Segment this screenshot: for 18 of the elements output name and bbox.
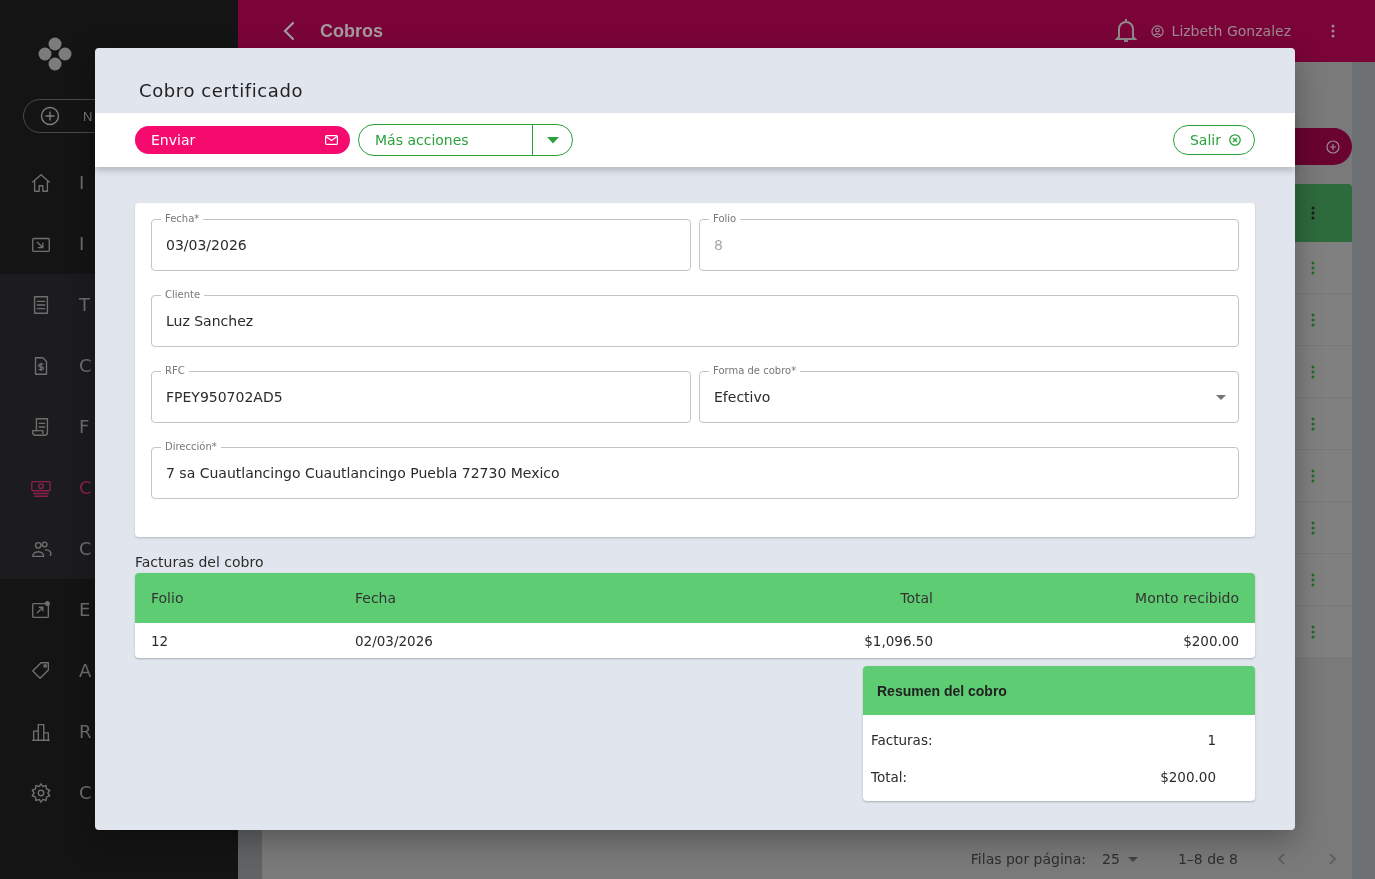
rows-per-page-label: Filas por página:: [970, 851, 1087, 867]
table-cell-text: $200.00: [1182, 632, 1239, 649]
column-header: Fecha: [355, 590, 398, 606]
summary-title: Resumen del cobro: [863, 666, 1255, 715]
table-cell-text: 02/03/2026: [355, 632, 434, 649]
section-title: Facturas del cobro: [135, 554, 265, 570]
column-header: Monto recibido: [1134, 590, 1239, 606]
summary-value: 1: [1207, 731, 1216, 748]
column-header: Folio: [151, 590, 185, 606]
table-cell-text: 12: [151, 632, 170, 649]
summary-label: Total:: [871, 768, 908, 785]
page-title: Cobros: [320, 20, 383, 42]
column-header: Total: [899, 590, 933, 606]
page-range: 1–8 de 8: [1177, 851, 1238, 867]
summary-value: $200.00: [1160, 768, 1216, 785]
summary-label: Facturas:: [871, 731, 933, 748]
table-cell-text: $1,096.50: [863, 632, 933, 649]
dialog-title: Cobro certificado: [138, 79, 305, 103]
